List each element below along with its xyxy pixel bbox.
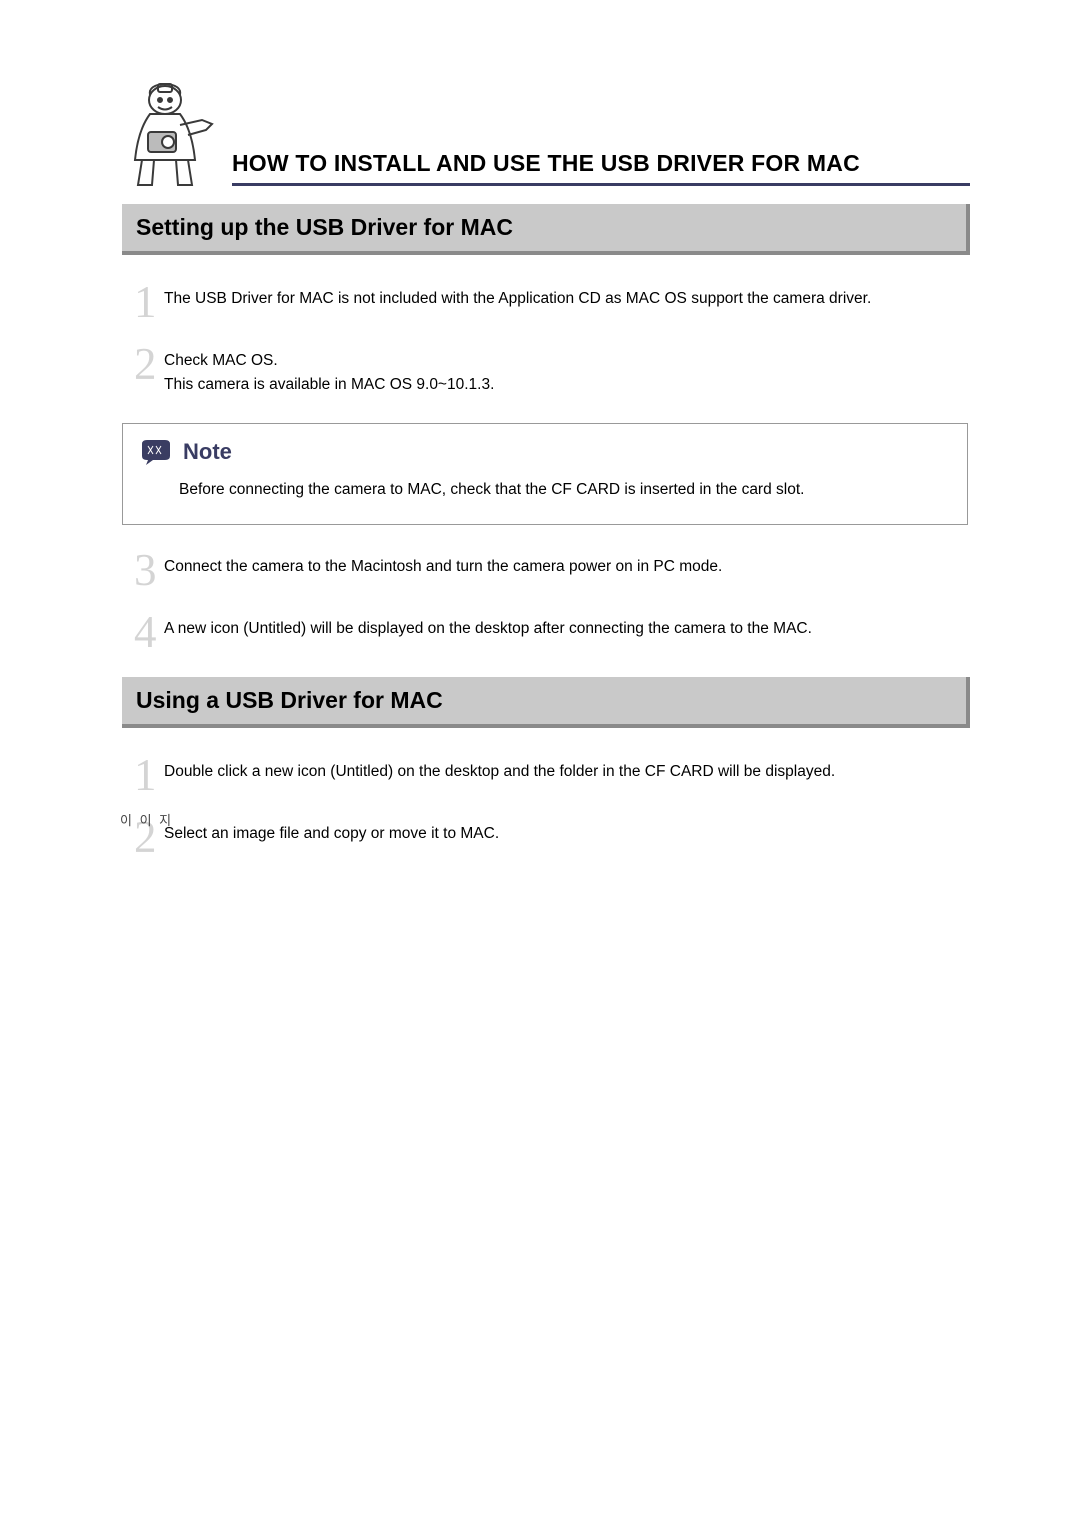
note-body: Before connecting the camera to MAC, che… xyxy=(179,478,951,501)
note-header: Note xyxy=(139,438,951,466)
section-heading-text: Setting up the USB Driver for MAC xyxy=(136,214,513,240)
step-number: 4 xyxy=(134,613,164,651)
step-text: Double click a new icon (Untitled) on th… xyxy=(164,758,970,784)
page-footer-marker: 이 이 지 xyxy=(120,810,173,829)
step-text: The USB Driver for MAC is not included w… xyxy=(164,285,970,311)
step-item: 1 The USB Driver for MAC is not included… xyxy=(134,285,970,321)
step-text: Connect the camera to the Macintosh and … xyxy=(164,553,970,579)
section-heading-using: Using a USB Driver for MAC xyxy=(122,677,970,728)
step-item: 2 Check MAC OS. This camera is available… xyxy=(134,347,970,397)
step-number: 2 xyxy=(134,345,164,383)
step-text: Check MAC OS. This camera is available i… xyxy=(164,347,970,397)
section-heading-setup: Setting up the USB Driver for MAC xyxy=(122,204,970,255)
page-title: HOW TO INSTALL AND USE THE USB DRIVER FO… xyxy=(232,150,860,176)
step-line: This camera is available in MAC OS 9.0~1… xyxy=(164,373,970,397)
step-item: 2 Select an image file and copy or move … xyxy=(134,820,970,856)
step-number: 3 xyxy=(134,551,164,589)
step-number: 1 xyxy=(134,283,164,321)
note-panel: Note Before connecting the camera to MAC… xyxy=(122,423,968,524)
title-underline: HOW TO INSTALL AND USE THE USB DRIVER FO… xyxy=(232,150,970,186)
mascot-illustration xyxy=(120,80,220,190)
note-icon xyxy=(139,438,173,466)
step-number: 1 xyxy=(134,756,164,794)
manual-page: HOW TO INSTALL AND USE THE USB DRIVER FO… xyxy=(0,0,1080,857)
step-line: Check MAC OS. xyxy=(164,349,970,373)
step-text: A new icon (Untitled) will be displayed … xyxy=(164,615,970,641)
step-item: 4 A new icon (Untitled) will be displaye… xyxy=(134,615,970,651)
section-heading-text: Using a USB Driver for MAC xyxy=(136,687,443,713)
step-text: Select an image file and copy or move it… xyxy=(164,820,970,846)
note-title: Note xyxy=(183,439,232,465)
step-item: 1 Double click a new icon (Untitled) on … xyxy=(134,758,970,794)
page-header: HOW TO INSTALL AND USE THE USB DRIVER FO… xyxy=(120,80,970,190)
step-item: 3 Connect the camera to the Macintosh an… xyxy=(134,553,970,589)
